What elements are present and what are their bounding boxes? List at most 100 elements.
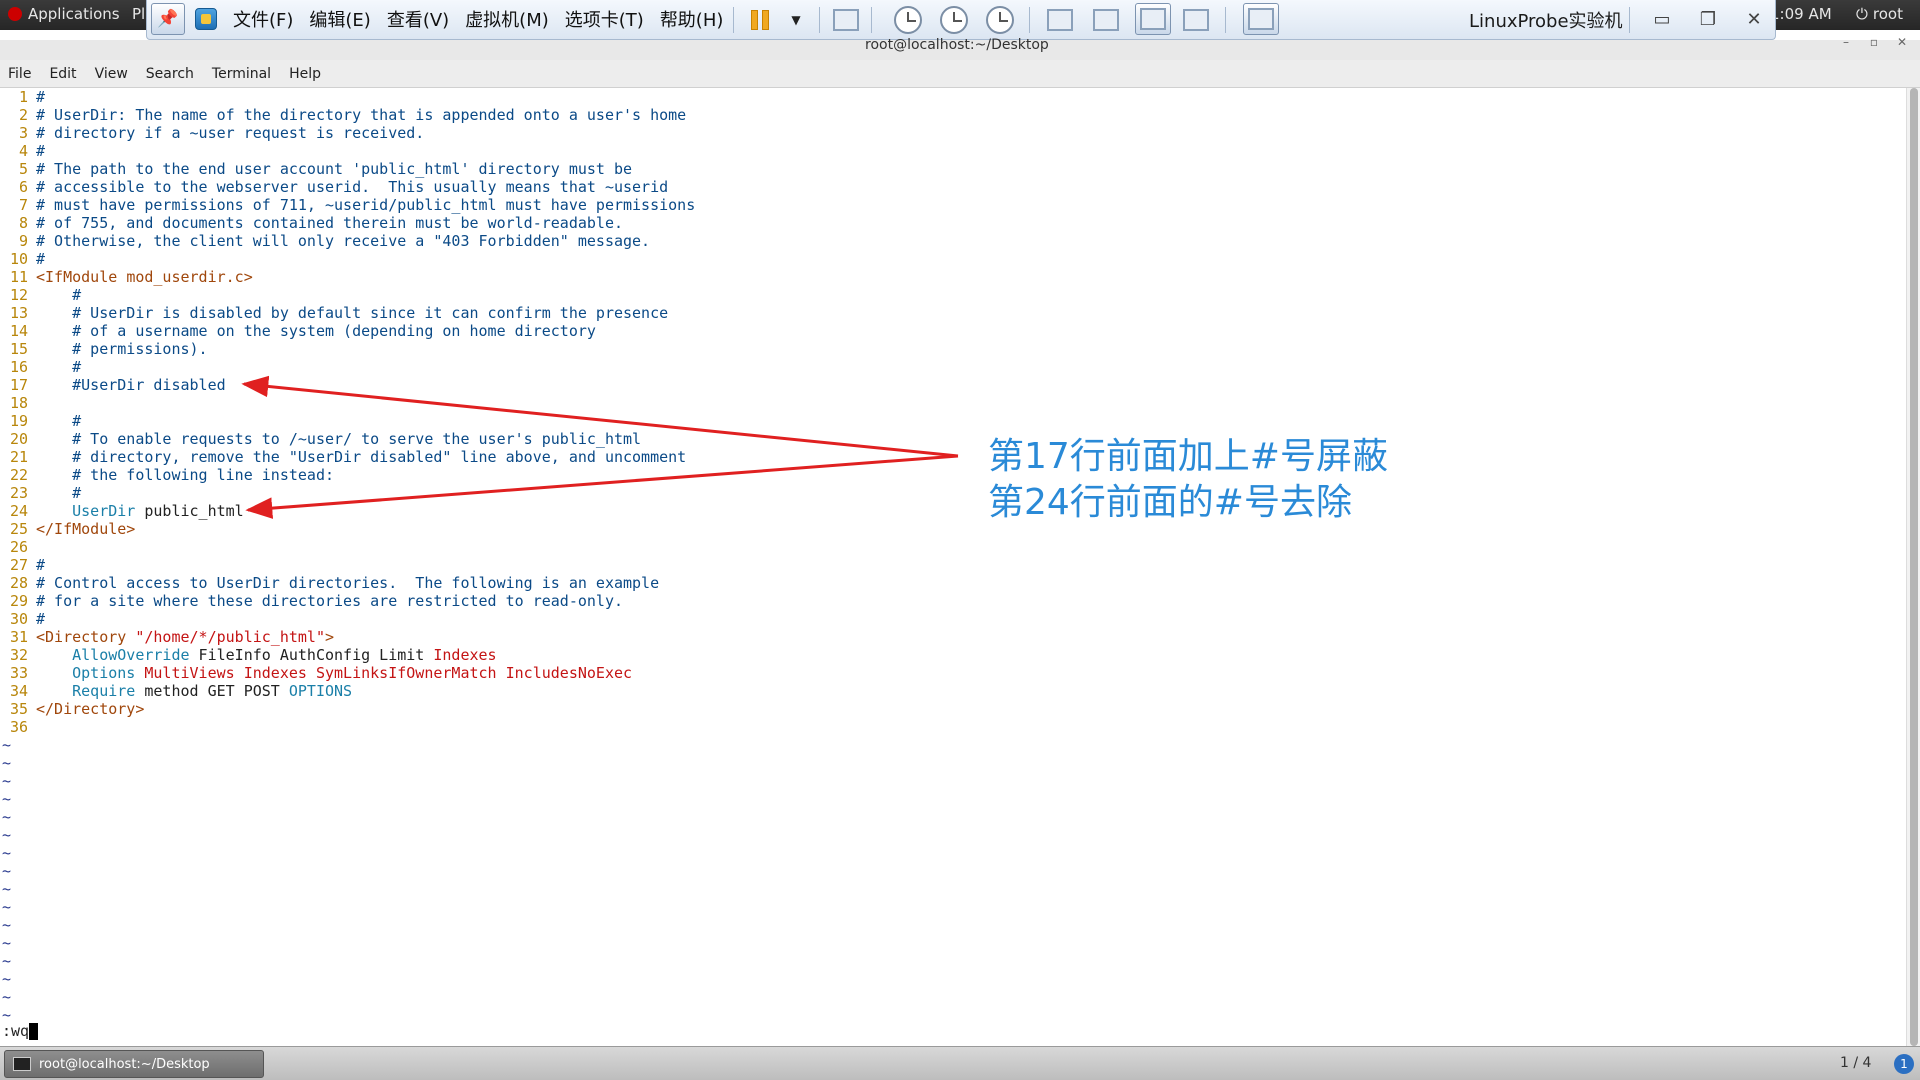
line-number: 18 [9, 394, 28, 412]
terminal-titlebar: root@localhost:~/Desktop [0, 37, 1920, 60]
tilde-marker: ~ [2, 808, 12, 826]
line-number: 31 [9, 628, 28, 646]
code-token: # Otherwise, the client will only receiv… [36, 232, 651, 250]
line-text: # Otherwise, the client will only receiv… [28, 232, 650, 250]
line-text: # UserDir is disabled by default since i… [28, 304, 668, 322]
term-menu-edit[interactable]: Edit [49, 66, 76, 82]
line-text [28, 538, 36, 556]
code-token: Indexes [433, 646, 497, 664]
code-token: <IfModule [36, 268, 127, 286]
code-token: # directory, remove the "UserDir disable… [36, 448, 687, 466]
code-line: 18 [0, 394, 36, 412]
line-text: # To enable requests to /~user/ to serve… [28, 430, 641, 448]
vim-editor[interactable]: 1 #2 # UserDir: The name of the directory … [0, 88, 1906, 1046]
code-line: 31 <Directory "/home/*/public_html"> [0, 628, 334, 646]
annotation-note: 第17行前面加上#号屏蔽 第24行前面的#号去除 [988, 434, 1388, 526]
workspace-pager[interactable]: 1 / 4 [1840, 1055, 1871, 1071]
line-number: 10 [9, 250, 28, 268]
line-number: 13 [9, 304, 28, 322]
vm-menu-view[interactable]: 查看(V) [387, 6, 449, 32]
code-line: 14 # of a username on the system (depend… [0, 322, 596, 340]
code-line: 2 # UserDir: The name of the directory th… [0, 106, 686, 124]
code-line: 13 # UserDir is disabled by default sinc… [0, 304, 668, 322]
line-text: AllowOverride FileInfo AuthConfig Limit … [28, 646, 497, 664]
console-view-button[interactable] [1243, 3, 1279, 35]
code-token: # the following line instead: [36, 466, 335, 484]
pin-icon[interactable]: 📌 [151, 3, 185, 35]
line-text: UserDir public_html [28, 502, 244, 520]
term-menu-help[interactable]: Help [289, 66, 321, 82]
terminal-close-button[interactable]: ✕ [1890, 32, 1914, 52]
snapshot-manager-icon [986, 6, 1014, 34]
line-number: 9 [18, 232, 28, 250]
vm-menu-vm[interactable]: 虚拟机(M) [465, 6, 549, 32]
line-number: 5 [18, 160, 28, 178]
vm-menu-edit[interactable]: 编辑(E) [309, 6, 370, 32]
tilde-marker: ~ [2, 754, 12, 772]
notification-icon[interactable]: 1 [1894, 1054, 1914, 1074]
line-number: 4 [18, 142, 28, 160]
vm-close-button[interactable]: ✕ [1739, 6, 1769, 34]
snapshot-manager-button[interactable] [985, 6, 1015, 34]
snapshot-take-button[interactable] [893, 6, 923, 34]
code-token: # [36, 250, 46, 268]
show-library-button[interactable] [1045, 6, 1075, 34]
terminal-minimize-button[interactable]: – [1834, 32, 1858, 52]
snapshot-revert-button[interactable] [939, 6, 969, 34]
code-line: 10 # [0, 250, 45, 268]
vim-command-line[interactable]: :wq [2, 1022, 39, 1040]
show-thumbnails-button[interactable] [1091, 6, 1121, 34]
code-line: 6 # accessible to the webserver userid. T… [0, 178, 668, 196]
unity-button[interactable] [1181, 6, 1211, 34]
code-token: # of 755, and documents contained therei… [36, 214, 623, 232]
line-text: # [28, 556, 45, 574]
terminal-scrollbar[interactable] [1906, 88, 1920, 1046]
applications-menu[interactable]: Applications [8, 5, 120, 23]
line-number: 30 [9, 610, 28, 628]
send-ctrl-alt-del-button[interactable] [831, 6, 861, 34]
line-text: # of a username on the system (depending… [28, 322, 596, 340]
line-number: 21 [9, 448, 28, 466]
pause-button[interactable] [745, 6, 775, 34]
console-view-icon [1248, 8, 1274, 30]
line-number: 24 [9, 502, 28, 520]
line-number: 26 [9, 538, 28, 556]
code-line: 17 #UserDir disabled [0, 376, 226, 394]
terminal-maximize-button[interactable]: ▫ [1862, 32, 1886, 52]
vm-menu-help[interactable]: 帮助(H) [660, 6, 724, 32]
vm-restore-button[interactable]: ❐ [1693, 6, 1723, 34]
line-text: # [28, 142, 45, 160]
term-menu-view[interactable]: View [95, 66, 128, 82]
clock[interactable]: 1:09 AM [1770, 5, 1832, 23]
tilde-marker: ~ [2, 862, 12, 880]
code-line: 34 Require method GET POST OPTIONS [0, 682, 352, 700]
term-menu-search[interactable]: Search [146, 66, 194, 82]
code-line: 8 # of 755, and documents contained there… [0, 214, 623, 232]
line-text: # directory if a ~user request is receiv… [28, 124, 424, 142]
full-screen-button[interactable] [1135, 3, 1171, 35]
code-token: "/home/*/public_html" [135, 628, 325, 646]
places-menu[interactable]: Pl [132, 5, 145, 23]
code-line: 21 # directory, remove the "UserDir disa… [0, 448, 686, 466]
term-menu-file[interactable]: File [8, 66, 31, 82]
vm-tab-title[interactable]: LinuxProbe实验机 [1469, 7, 1623, 33]
annotation-line-2: 第24行前面的#号去除 [988, 482, 1352, 523]
vm-minimize-button[interactable]: ▭ [1647, 6, 1677, 34]
line-text: # permissions). [28, 340, 207, 358]
term-menu-terminal[interactable]: Terminal [212, 66, 271, 82]
vm-menu-file[interactable]: 文件(F) [233, 6, 293, 32]
terminal-icon [13, 1057, 31, 1071]
vm-menu-tabs[interactable]: 选项卡(T) [565, 6, 644, 32]
code-line: 22 # the following line instead: [0, 466, 334, 484]
vmware-menu-bar: 文件(F) 编辑(E) 查看(V) 虚拟机(M) 选项卡(T) 帮助(H) [233, 6, 723, 32]
user-menu[interactable]: ⏻ root [1856, 5, 1903, 23]
taskbar-terminal-item[interactable]: root@localhost:~/Desktop [4, 1050, 264, 1078]
network-icon [833, 9, 859, 31]
scrollbar-thumb[interactable] [1910, 88, 1918, 1046]
code-line: 26 [0, 538, 36, 556]
line-text: # of 755, and documents contained therei… [28, 214, 623, 232]
code-token: Require [36, 682, 136, 700]
line-number: 25 [9, 520, 28, 538]
pause-dropdown-icon[interactable]: ▼ [781, 6, 811, 34]
code-line: 29 # for a site where these directories a… [0, 592, 623, 610]
